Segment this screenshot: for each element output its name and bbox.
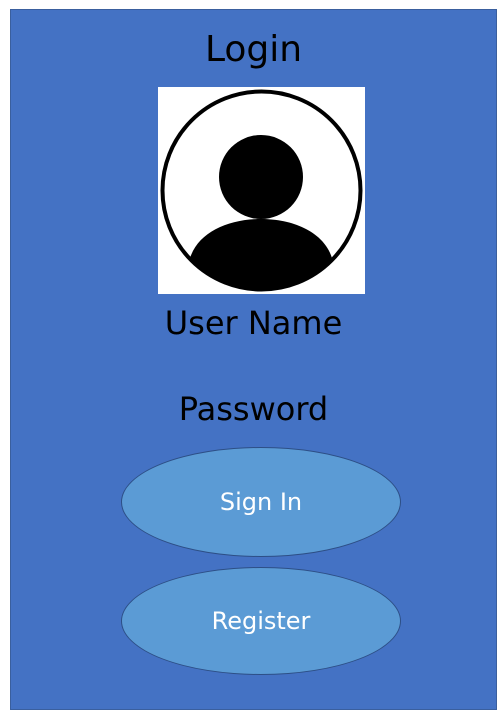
username-label[interactable]: User Name <box>11 304 496 342</box>
password-label[interactable]: Password <box>11 390 496 428</box>
avatar <box>158 87 365 294</box>
user-avatar-icon <box>160 89 363 292</box>
sign-in-button[interactable]: Sign In <box>121 447 401 557</box>
login-panel: Login User Name Password Sign In Registe… <box>10 9 497 710</box>
register-button[interactable]: Register <box>121 567 401 675</box>
login-title: Login <box>204 29 303 70</box>
